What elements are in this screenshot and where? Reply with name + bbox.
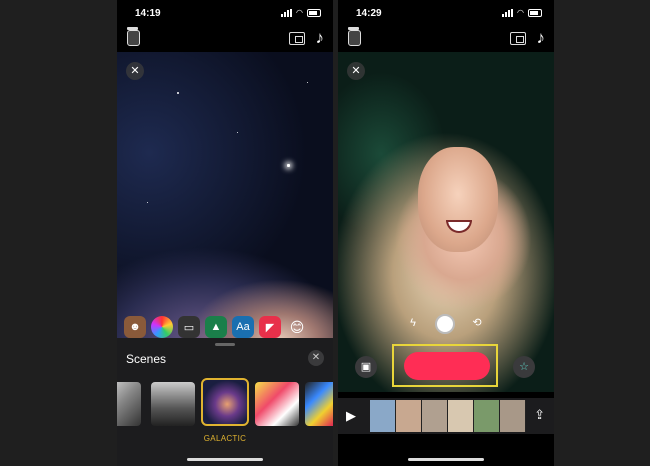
picture-icon[interactable]: ▲ — [205, 316, 227, 338]
clip-frame — [474, 400, 500, 432]
scene-preview — [117, 52, 333, 340]
effects-star-button[interactable]: ☆ — [513, 356, 535, 378]
scene-thumbnail[interactable] — [305, 382, 333, 426]
music-note-icon[interactable]: ♪ — [316, 28, 325, 48]
clip-frame — [500, 400, 526, 432]
flash-icon[interactable]: ϟ — [406, 316, 420, 330]
cellular-icon — [281, 8, 293, 17]
status-time: 14:19 — [135, 8, 161, 19]
media-library-button[interactable]: ▣ — [355, 356, 377, 378]
jar-icon[interactable] — [127, 27, 140, 46]
music-note-icon[interactable]: ♪ — [537, 28, 546, 48]
scene-thumbnail-selected[interactable] — [201, 378, 249, 426]
status-bar: 14:29 ◠ — [338, 0, 554, 26]
play-icon[interactable]: ▶ — [346, 408, 356, 424]
filters-icon[interactable] — [151, 316, 173, 338]
drawer-handle[interactable] — [215, 343, 235, 346]
star — [177, 92, 179, 94]
clip-thumbnails[interactable] — [370, 400, 526, 432]
emoji-icon[interactable]: 😊 — [286, 316, 308, 338]
speech-bubble-icon[interactable]: ▭ — [178, 316, 200, 338]
wifi-icon: ◠ — [296, 8, 303, 17]
wifi-icon: ◠ — [517, 8, 524, 17]
clip-frame — [422, 400, 448, 432]
battery-icon — [528, 8, 542, 17]
drawer-title: Scenes — [126, 352, 167, 366]
clip-frame — [396, 400, 422, 432]
clip-frame — [370, 400, 396, 432]
sticker-icon[interactable]: ◤ — [259, 316, 281, 338]
jar-icon[interactable] — [348, 27, 361, 46]
status-bar: 14:19 ◠ — [117, 0, 333, 26]
top-toolbar: ♪ — [338, 26, 554, 52]
clip-timeline: ▶ ⇪ — [338, 398, 554, 434]
close-button[interactable]: ✕ — [126, 62, 144, 80]
clip-frame — [448, 400, 474, 432]
scene-thumbnail[interactable] — [117, 382, 141, 426]
share-icon[interactable]: ⇪ — [534, 407, 545, 423]
selected-scene-label: GALACTIC — [203, 434, 247, 443]
person-face — [418, 147, 498, 252]
left-phone-screen: 14:19 ◠ ♪ ✕ ☻ ▭ ▲ Aa ◤ 😊 Scenes ✕ GALACT… — [117, 0, 333, 466]
star — [287, 164, 290, 167]
scenes-drawer: Scenes ✕ GALACTIC — [117, 338, 333, 466]
star — [147, 202, 148, 203]
scene-thumbnail[interactable] — [255, 382, 299, 426]
record-button[interactable] — [404, 352, 490, 380]
right-phone-screen: 14:29 ◠ ♪ ✕ ϟ ⟲ ▣ ☆ ▶ ⇪ — [338, 0, 554, 466]
drawer-close-button[interactable]: ✕ — [308, 350, 324, 366]
close-button[interactable]: ✕ — [347, 62, 365, 80]
cellular-icon — [502, 8, 514, 17]
scene-thumbnail[interactable] — [151, 382, 195, 426]
home-indicator — [408, 458, 484, 461]
status-time: 14:29 — [356, 8, 382, 19]
battery-icon — [307, 8, 321, 17]
top-toolbar: ♪ — [117, 26, 333, 52]
camera-preview — [338, 52, 554, 392]
home-indicator — [187, 458, 263, 461]
flip-camera-icon[interactable]: ⟲ — [470, 316, 484, 330]
text-label-icon[interactable]: Aa — [232, 316, 254, 338]
aspect-ratio-icon[interactable] — [510, 32, 526, 45]
star — [237, 132, 238, 133]
star — [307, 82, 308, 83]
memoji-icon[interactable]: ☻ — [124, 316, 146, 338]
shutter-toggle[interactable] — [435, 314, 455, 334]
effects-strip: ☻ ▭ ▲ Aa ◤ 😊 — [117, 316, 333, 338]
aspect-ratio-icon[interactable] — [289, 32, 305, 45]
